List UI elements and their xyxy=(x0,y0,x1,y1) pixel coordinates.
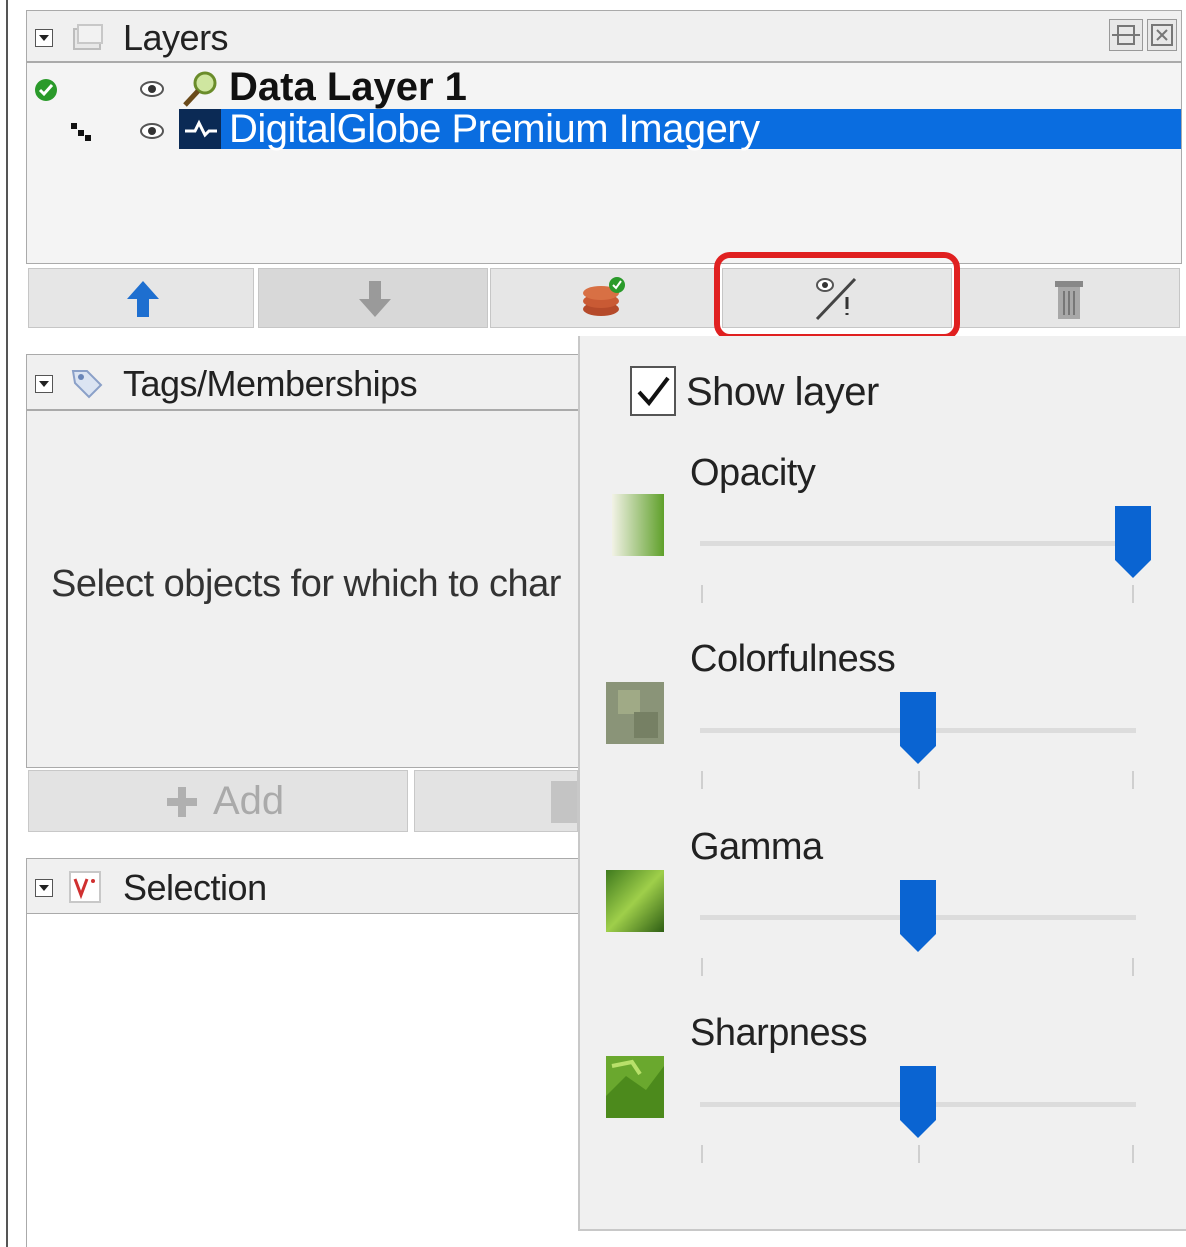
layer-row-data-layer-1[interactable]: Data Layer 1 xyxy=(27,65,1179,109)
gamma-label: Gamma xyxy=(690,826,823,868)
layer-stack-icon xyxy=(583,277,625,316)
close-icon xyxy=(1151,24,1173,46)
colorfulness-slider-thumb[interactable] xyxy=(900,692,936,766)
gamma-slider-thumb[interactable] xyxy=(900,880,936,954)
slider-tick xyxy=(1132,958,1134,976)
remove-tag-button[interactable] xyxy=(414,770,578,832)
opacity-label: Opacity xyxy=(690,452,816,494)
selection-panel-body xyxy=(26,914,578,1247)
colorfulness-preview-icon xyxy=(606,682,664,744)
active-check-icon xyxy=(35,79,57,101)
show-layer-label: Show layer xyxy=(686,370,879,414)
visibility-eye-icon[interactable] xyxy=(139,79,165,99)
pin-icon xyxy=(1112,25,1140,45)
trash-icon xyxy=(1055,281,1083,319)
undock-button[interactable] xyxy=(1109,19,1143,51)
sharpness-preview-icon xyxy=(606,1056,664,1118)
slider-tick xyxy=(1132,771,1134,789)
slider-tick xyxy=(918,771,920,789)
collapse-toggle-icon[interactable] xyxy=(35,375,53,393)
opacity-preview-icon xyxy=(612,494,664,556)
show-layer-checkbox[interactable] xyxy=(630,366,676,416)
add-label: Add xyxy=(213,779,285,823)
selection-icon xyxy=(69,871,101,903)
slider-tick xyxy=(701,1145,703,1163)
layer-label: Data Layer 1 xyxy=(229,65,467,109)
tree-branch-icon xyxy=(71,123,91,141)
opacity-slider-track[interactable] xyxy=(700,541,1136,546)
tag-icon xyxy=(71,370,103,399)
remove-icon xyxy=(551,781,577,823)
layers-list: Data Layer 1 DigitalGlobe Premium Imager… xyxy=(26,62,1182,264)
move-down-button[interactable] xyxy=(258,268,488,328)
slider-tick xyxy=(701,958,703,976)
sharpness-slider-thumb[interactable] xyxy=(900,1066,936,1140)
collapse-toggle-icon[interactable] xyxy=(35,29,53,47)
layers-icon xyxy=(73,24,103,50)
sharpness-label: Sharpness xyxy=(690,1012,868,1054)
add-tag-button[interactable]: Add xyxy=(28,770,408,832)
opacity-slider-thumb[interactable] xyxy=(1115,506,1151,580)
arrow-up-icon xyxy=(127,281,159,317)
layers-panel-header: Layers xyxy=(26,10,1182,62)
visibility-eye-icon[interactable] xyxy=(139,121,165,141)
layer-label: DigitalGlobe Premium Imagery xyxy=(229,107,760,151)
slider-tick xyxy=(701,771,703,789)
layer-row-digitalglobe[interactable]: DigitalGlobe Premium Imagery xyxy=(27,107,1181,151)
arrow-down-icon xyxy=(359,281,391,317)
visibility-settings-popup: Show layer xyxy=(578,336,1186,1231)
checkmark-icon xyxy=(637,376,670,407)
highlight-outline xyxy=(714,252,960,340)
move-up-button[interactable] xyxy=(28,268,254,328)
tags-title: Tags/Memberships xyxy=(123,363,418,404)
delete-layer-button[interactable] xyxy=(954,268,1180,328)
slider-tick xyxy=(1132,585,1134,603)
close-panel-button[interactable] xyxy=(1147,19,1177,51)
slider-tick xyxy=(1132,1145,1134,1163)
search-layer-icon xyxy=(183,71,217,107)
tags-message: Select objects for which to char xyxy=(51,563,561,605)
slider-tick xyxy=(918,1145,920,1163)
collapse-toggle-icon[interactable] xyxy=(35,879,53,897)
selection-title: Selection xyxy=(123,867,267,908)
imagery-layer-icon xyxy=(179,109,221,149)
layer-manager-button[interactable] xyxy=(490,268,720,328)
selected-row-highlight: DigitalGlobe Premium Imagery xyxy=(179,107,1181,151)
window-edge xyxy=(6,0,8,1247)
colorfulness-label: Colorfulness xyxy=(690,638,896,680)
plus-icon xyxy=(167,787,197,817)
layers-title: Layers xyxy=(123,17,229,58)
gamma-preview-icon xyxy=(606,870,664,932)
slider-tick xyxy=(701,585,703,603)
